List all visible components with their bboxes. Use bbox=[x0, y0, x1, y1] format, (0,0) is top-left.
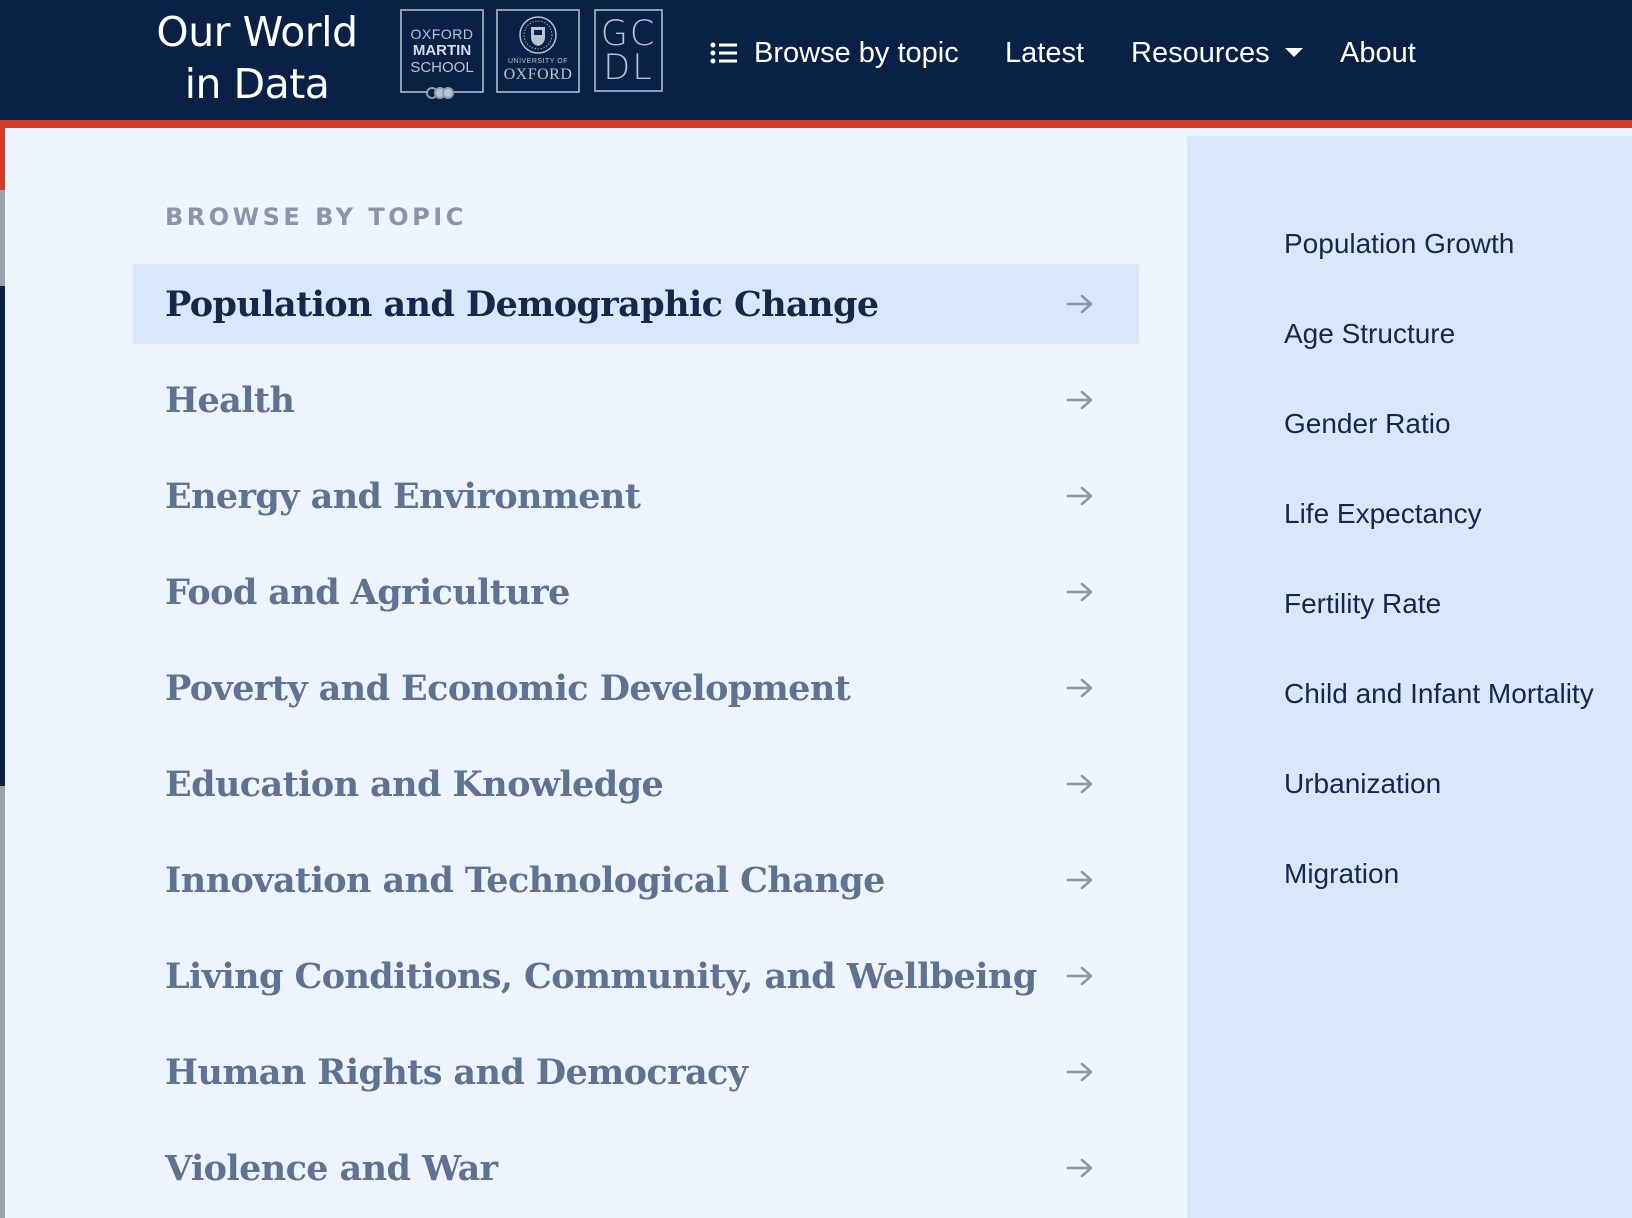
brand-line-2: in Data bbox=[184, 60, 330, 108]
topic-label: Living Conditions, Community, and Wellbe… bbox=[165, 955, 1037, 997]
oms-logo-dots bbox=[426, 87, 454, 99]
arrow-right-icon bbox=[1066, 1157, 1094, 1179]
arrow-right-icon bbox=[1066, 389, 1094, 411]
topic-label: Violence and War bbox=[165, 1147, 498, 1189]
subtopic-link[interactable]: Age Structure bbox=[1284, 318, 1455, 350]
arrow-right-icon bbox=[1066, 485, 1094, 507]
topic-item[interactable]: Poverty and Economic Development bbox=[133, 648, 1139, 728]
arrow-right-icon bbox=[1066, 293, 1094, 315]
gcdl-logo[interactable]: GC DL bbox=[594, 9, 663, 92]
topic-item[interactable]: Human Rights and Democracy bbox=[133, 1032, 1139, 1112]
topic-item[interactable]: Living Conditions, Community, and Wellbe… bbox=[133, 936, 1139, 1016]
topic-label: Innovation and Technological Change bbox=[165, 859, 885, 901]
nav-resources-label: Resources bbox=[1131, 36, 1270, 69]
site-logo-wordmark[interactable]: Our World in Data bbox=[150, 6, 364, 110]
topic-label: Population and Demographic Change bbox=[165, 283, 879, 325]
nav-browse-by-topic[interactable]: Browse by topic bbox=[710, 0, 959, 106]
oxford-logo-small-text: UNIVERSITY OF bbox=[507, 58, 569, 65]
subtopics-panel bbox=[1187, 136, 1632, 1218]
topic-label: Energy and Environment bbox=[165, 475, 641, 517]
brand-line-1: Our World bbox=[156, 8, 358, 56]
subtopic-link[interactable]: Life Expectancy bbox=[1284, 498, 1482, 530]
topic-item[interactable]: Violence and War bbox=[133, 1128, 1139, 1208]
top-navigation-bar: Our World in Data OXFORD MARTIN SCHOOL U… bbox=[0, 0, 1632, 128]
list-icon bbox=[710, 41, 738, 65]
subtopic-link[interactable]: Fertility Rate bbox=[1284, 588, 1441, 620]
subtopic-link[interactable]: Child and Infant Mortality bbox=[1284, 678, 1594, 710]
nav-resources[interactable]: Resources bbox=[1131, 0, 1304, 106]
arrow-right-icon bbox=[1066, 773, 1094, 795]
arrow-right-icon bbox=[1066, 677, 1094, 699]
nav-latest-label: Latest bbox=[1005, 36, 1084, 69]
subtopic-link[interactable]: Migration bbox=[1284, 858, 1399, 890]
university-of-oxford-logo[interactable]: UNIVERSITY OF OXFORD bbox=[496, 9, 580, 93]
nav-about-label: About bbox=[1340, 36, 1416, 69]
gcdl-logo-top: GC bbox=[600, 13, 657, 54]
oxford-martin-school-logo[interactable]: OXFORD MARTIN SCHOOL bbox=[400, 9, 484, 99]
topic-label: Education and Knowledge bbox=[165, 763, 664, 805]
topic-item[interactable]: Energy and Environment bbox=[133, 456, 1139, 536]
arrow-right-icon bbox=[1066, 869, 1094, 891]
topic-item[interactable]: Education and Knowledge bbox=[133, 744, 1139, 824]
oms-logo-line-1: OXFORD bbox=[410, 26, 474, 42]
oms-logo-line-3: SCHOOL bbox=[410, 59, 474, 76]
section-title: BROWSE BY TOPIC bbox=[165, 203, 467, 231]
topic-label: Food and Agriculture bbox=[165, 571, 570, 613]
gcdl-logo-bottom: DL bbox=[603, 47, 654, 88]
topic-item[interactable]: Health bbox=[133, 360, 1139, 440]
topic-label: Poverty and Economic Development bbox=[165, 667, 851, 709]
topic-label: Human Rights and Democracy bbox=[165, 1051, 748, 1093]
topic-label: Health bbox=[165, 379, 295, 421]
nav-latest[interactable]: Latest bbox=[1005, 0, 1084, 106]
oxford-logo-big-text: OXFORD bbox=[503, 66, 573, 83]
arrow-right-icon bbox=[1066, 965, 1094, 987]
subtopic-link[interactable]: Population Growth bbox=[1284, 228, 1514, 260]
topic-item[interactable]: Innovation and Technological Change bbox=[133, 840, 1139, 920]
subtopic-link[interactable]: Gender Ratio bbox=[1284, 408, 1451, 440]
topic-item[interactable]: Food and Agriculture bbox=[133, 552, 1139, 632]
nav-about[interactable]: About bbox=[1340, 0, 1416, 106]
oxford-crest-icon bbox=[519, 16, 557, 54]
arrow-right-icon bbox=[1066, 1061, 1094, 1083]
subtopic-link[interactable]: Urbanization bbox=[1284, 768, 1441, 800]
topic-item[interactable]: Population and Demographic Change bbox=[133, 264, 1139, 344]
oms-logo-line-2: MARTIN bbox=[412, 42, 472, 59]
arrow-right-icon bbox=[1066, 581, 1094, 603]
nav-browse-label: Browse by topic bbox=[754, 36, 959, 69]
caret-down-icon bbox=[1284, 47, 1304, 59]
